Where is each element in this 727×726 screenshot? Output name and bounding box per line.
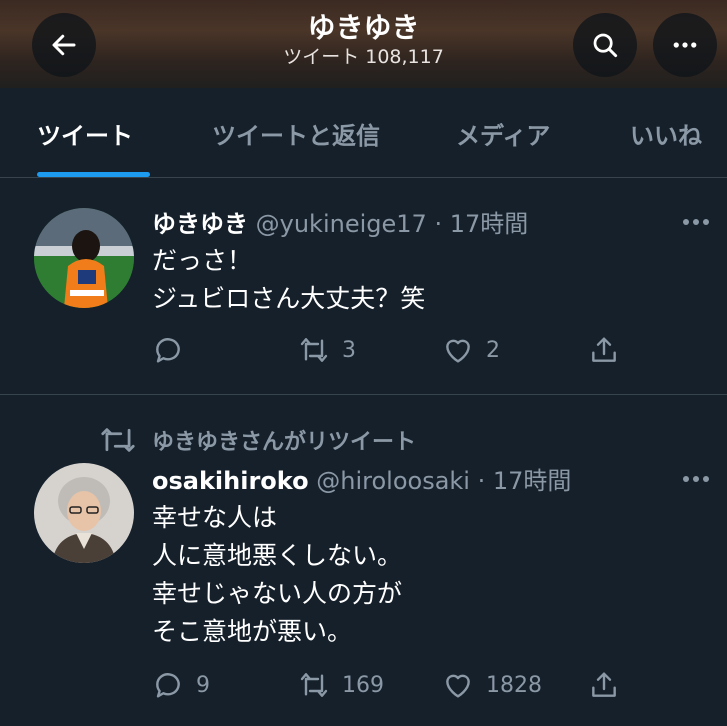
reply-button[interactable]: [152, 330, 196, 370]
more-dots-icon: [683, 219, 709, 225]
retweet-icon: [300, 338, 328, 362]
like-button[interactable]: 1828: [442, 665, 542, 705]
share-button[interactable]: [588, 665, 620, 705]
retweet-count: 169: [342, 672, 384, 698]
author-name[interactable]: ゆきゆき: [152, 210, 248, 238]
portrait-photo: [34, 463, 134, 563]
tweet-item[interactable]: osakihiroko @hiroloosaki · 17時間 幸せな人は 人に…: [0, 395, 727, 726]
profile-header: ゆきゆき ツイート 108,117: [0, 0, 727, 88]
share-icon: [592, 337, 616, 362]
avatar[interactable]: [34, 208, 134, 308]
tweet-text-line: そこ意地が悪い。: [152, 617, 353, 646]
profile-tabs: ツイート ツイートと返信 メディア いいね: [0, 88, 727, 178]
tweet-actions: 9 169 1828: [152, 665, 632, 705]
tab-likes[interactable]: いいね: [630, 116, 702, 151]
tweet-text: だっさ！ ジュビロさん大丈夫？笑: [152, 242, 425, 318]
tweet-text: 幸せな人は 人に意地悪くしない。 幸せじゃない人の方が そこ意地が悪い。: [152, 499, 402, 651]
soccer-player-photo: [34, 208, 134, 308]
retweet-icon: [300, 673, 328, 697]
heart-icon: [446, 674, 470, 698]
search-button[interactable]: [573, 13, 637, 77]
like-count: 2: [486, 337, 500, 363]
tab-media[interactable]: メディア: [456, 116, 550, 151]
avatar[interactable]: [34, 463, 134, 563]
retweet-count: 3: [342, 337, 356, 363]
tweet-more-button[interactable]: [679, 212, 713, 232]
tweet-actions: 3 2: [152, 330, 632, 370]
reply-icon: [156, 338, 180, 363]
tweet-item[interactable]: ゆきゆき @yukineige17 · 17時間 だっさ！ ジュビロさん大丈夫？…: [0, 178, 727, 394]
separator-dot: ·: [477, 467, 486, 495]
active-tab-indicator: [37, 172, 150, 177]
tweet-more-button[interactable]: [679, 469, 713, 489]
tweet-text-line: 幸せな人は: [152, 503, 278, 532]
retweet-button[interactable]: 3: [298, 330, 356, 370]
tab-tweets-and-replies[interactable]: ツイートと返信: [212, 116, 380, 151]
reply-icon: [156, 673, 180, 698]
more-options-button[interactable]: [653, 13, 717, 77]
share-button[interactable]: [588, 330, 620, 370]
search-icon: [593, 33, 618, 58]
more-dots-icon: [683, 476, 709, 482]
tweet-header: ゆきゆき @yukineige17 · 17時間: [152, 204, 528, 239]
reply-button[interactable]: 9: [152, 665, 210, 705]
tweet-header: osakihiroko @hiroloosaki · 17時間: [152, 461, 571, 496]
separator-dot: ·: [434, 210, 443, 238]
tweet-text-line: だっさ！: [152, 246, 253, 275]
author-name[interactable]: osakihiroko: [152, 467, 309, 495]
author-handle[interactable]: @hiroloosaki: [316, 467, 470, 495]
like-count: 1828: [486, 672, 542, 698]
author-handle[interactable]: @yukineige17: [256, 210, 427, 238]
share-icon: [592, 672, 616, 697]
tweet-time[interactable]: 17時間: [450, 210, 529, 238]
reply-count: 9: [196, 672, 210, 698]
more-dots-icon: [673, 42, 697, 48]
retweet-button[interactable]: 169: [298, 665, 384, 705]
tab-tweets[interactable]: ツイート: [37, 116, 133, 151]
tweet-time[interactable]: 17時間: [493, 467, 572, 495]
tweet-text-line: 幸せじゃない人の方が: [152, 579, 403, 608]
heart-icon: [446, 339, 470, 363]
tweet-text-line: 人に意地悪くしない。: [152, 541, 403, 570]
like-button[interactable]: 2: [442, 330, 500, 370]
tweet-text-line: ジュビロさん大丈夫？笑: [152, 284, 426, 313]
